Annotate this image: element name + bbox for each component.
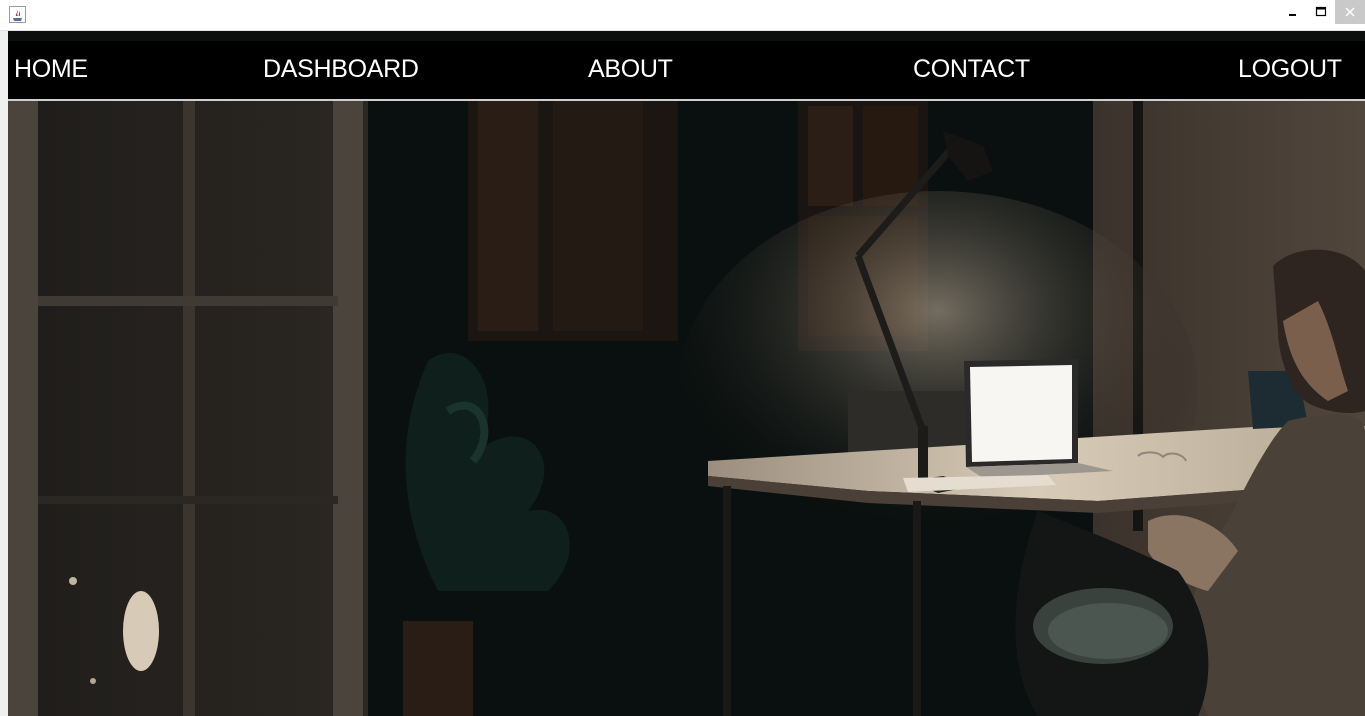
minimize-button[interactable] — [1278, 0, 1308, 24]
nav-home-link[interactable]: HOME — [14, 54, 88, 84]
background-image — [8, 31, 1365, 716]
minimize-icon — [1289, 14, 1296, 16]
nav-logout-link[interactable]: LOGOUT — [1238, 54, 1342, 84]
app-window: HOME DASHBOARD ABOUT CONTACT LOGOUT — [0, 0, 1365, 716]
maximize-button[interactable] — [1306, 0, 1336, 24]
java-coffee-icon — [9, 6, 26, 23]
close-button[interactable] — [1335, 0, 1365, 24]
title-bar[interactable] — [0, 0, 1365, 31]
close-icon — [1345, 7, 1355, 17]
maximize-icon — [1315, 6, 1327, 17]
nav-contact-link[interactable]: CONTACT — [913, 54, 1030, 84]
main-content: HOME DASHBOARD ABOUT CONTACT LOGOUT — [8, 31, 1365, 716]
nav-dashboard-link[interactable]: DASHBOARD — [263, 54, 419, 84]
nav-about-link[interactable]: ABOUT — [588, 54, 673, 84]
navigation-bar: HOME DASHBOARD ABOUT CONTACT LOGOUT — [8, 41, 1365, 101]
